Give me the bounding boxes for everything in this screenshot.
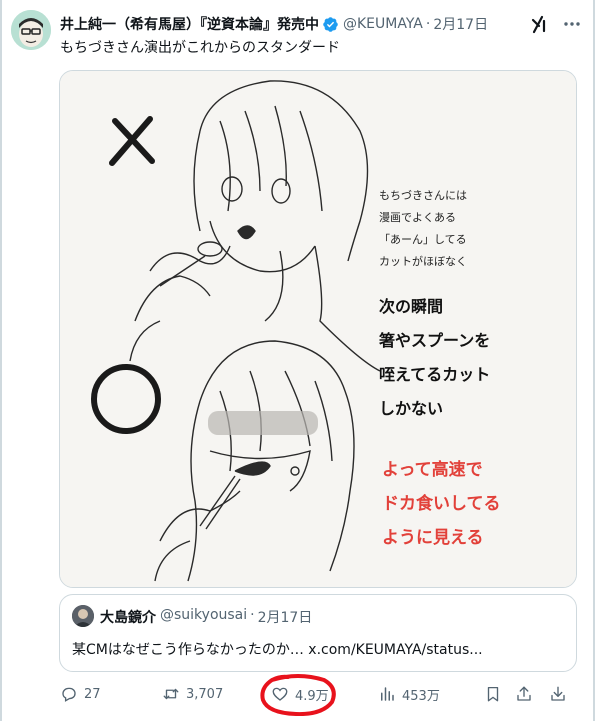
highlight-circle xyxy=(260,674,336,716)
reply-count: 27 xyxy=(84,686,101,702)
separator-dot: · xyxy=(425,16,431,32)
author-avatar[interactable] xyxy=(11,10,51,50)
caption-intro-2: 漫画でよくある xyxy=(379,211,456,224)
caption-red-2: ドカ食いしてる xyxy=(382,494,501,514)
caption-bold-3: 咥えてるカット xyxy=(379,365,491,384)
share-icon xyxy=(517,686,531,701)
quoted-tweet[interactable]: 大島鏡介 @suikyousai · 2月17日 某CMはなぜこう作らなかったの… xyxy=(59,594,577,672)
views-count: 453万 xyxy=(402,688,440,704)
quoted-date: 2月17日 xyxy=(257,610,313,626)
repost-icon xyxy=(163,688,179,700)
reply-button[interactable]: 27 xyxy=(60,683,101,705)
share-button[interactable] xyxy=(515,683,533,705)
separator-dot: · xyxy=(250,607,255,623)
quoted-header: 大島鏡介 @suikyousai · 2月17日 xyxy=(100,607,312,627)
quoted-text: 某CMはなぜこう作らなかったのか… x.com/KEUMAYA/status..… xyxy=(72,642,483,658)
caption-intro-3: 「あーん」してる xyxy=(379,233,467,246)
repost-button[interactable]: 3,707 xyxy=(162,683,223,705)
caption-intro-1: もちづきさんには xyxy=(379,189,467,202)
tweet-date[interactable]: 2月17日 xyxy=(433,14,488,34)
author-handle[interactable]: @KEUMAYA xyxy=(343,16,423,32)
left-border xyxy=(0,0,2,721)
reply-icon xyxy=(62,687,76,702)
caption-bold-2: 箸やスプーンを xyxy=(379,331,491,350)
quoted-author-handle: @suikyousai xyxy=(160,607,248,623)
verified-badge-icon xyxy=(322,16,339,33)
quoted-author-name: 大島鏡介 xyxy=(100,610,156,626)
author-name[interactable]: 井上純一（希有馬屋）『逆資本論』発売中 xyxy=(60,14,319,34)
caption-red-1: よって高速で xyxy=(382,460,483,480)
views-icon xyxy=(381,687,394,701)
grok-icon[interactable] xyxy=(530,14,550,34)
quoted-author-avatar xyxy=(72,605,94,627)
tweet-header: 井上純一（希有馬屋）『逆資本論』発売中 @KEUMAYA · 2月17日 xyxy=(60,14,488,34)
caption-bold-4: しかない xyxy=(379,399,444,418)
caption-red-3: ように見える xyxy=(382,528,484,548)
caption-intro-4: カットがほぼなく xyxy=(379,255,467,268)
eye-blur-band xyxy=(208,411,318,435)
repost-count: 3,707 xyxy=(186,686,224,702)
download-icon xyxy=(551,686,565,701)
more-icon[interactable] xyxy=(560,12,584,36)
right-border xyxy=(593,0,595,721)
tweet-text: もちづきさん演出がこれからのスタンダード xyxy=(60,40,340,56)
bookmark-button[interactable] xyxy=(484,683,502,705)
download-button[interactable] xyxy=(549,683,567,705)
tweet-image[interactable]: もちづきさんには 漫画でよくある 「あーん」してる カットがほぼなく 次の瞬間 … xyxy=(59,70,577,588)
bookmark-icon xyxy=(487,686,499,702)
caption-bold-1: 次の瞬間 xyxy=(379,297,444,316)
views-button[interactable]: 453万 xyxy=(378,683,440,705)
